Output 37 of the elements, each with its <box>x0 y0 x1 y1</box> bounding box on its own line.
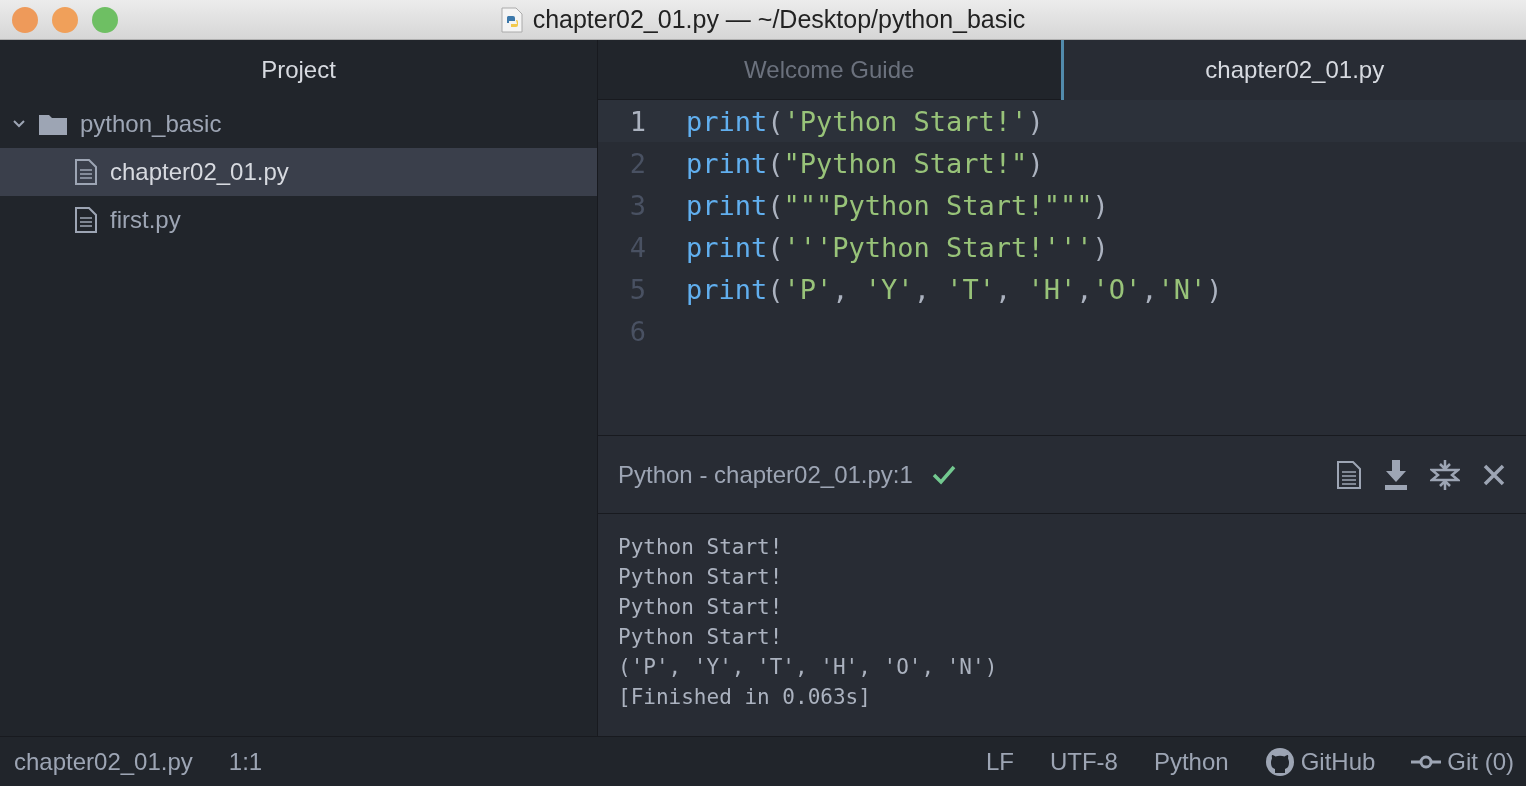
document-icon[interactable] <box>1336 459 1362 490</box>
code-line: print('P', 'Y', 'T', 'H','O','N') <box>686 273 1223 305</box>
code-line: print('''Python Start!''') <box>686 231 1109 263</box>
git-label[interactable]: Git (0) <box>1447 747 1514 776</box>
output-line: [Finished in 0.063s] <box>618 684 872 711</box>
close-icon[interactable] <box>1482 462 1506 487</box>
file-icon <box>74 206 98 234</box>
output-line: Python Start! <box>618 624 784 651</box>
output-line: ('P', 'Y', 'T', 'H', 'O', 'N') <box>618 654 999 681</box>
code-line: print("""Python Start!""") <box>686 189 1109 221</box>
github-icon[interactable] <box>1264 746 1295 777</box>
code-line: print("Python Start!") <box>686 147 1044 179</box>
output-line: Python Start! <box>618 564 784 591</box>
file-item[interactable]: first.py <box>0 196 597 244</box>
code-line: print('Python Start!') <box>686 105 1044 137</box>
collapse-icon[interactable] <box>1430 458 1460 491</box>
line-number: 1 <box>628 105 648 137</box>
file-item[interactable]: chapter02_01.py <box>0 148 597 196</box>
line-ending[interactable]: LF <box>985 747 1014 776</box>
folder-item[interactable]: python_basic <box>0 100 597 148</box>
grammar[interactable]: Python <box>1153 747 1229 776</box>
python-file-icon <box>500 6 523 33</box>
github-label[interactable]: GitHub <box>1300 747 1376 776</box>
output-title: Python - chapter02_01.py:1 <box>618 460 913 489</box>
folder-icon <box>38 112 68 136</box>
status-file[interactable]: chapter02_01.py <box>14 747 193 776</box>
chevron-icon <box>12 119 26 129</box>
output-line: Python Start! <box>618 534 784 561</box>
window-title: chapter02_01.py — ~/Desktop/python_basic <box>532 5 1026 34</box>
editor-tab[interactable]: chapter02_01.py <box>1060 40 1526 100</box>
output-line: Python Start! <box>618 594 784 621</box>
download-icon[interactable] <box>1384 458 1408 491</box>
commit-icon[interactable] <box>1411 753 1442 770</box>
cursor-position[interactable]: 1:1 <box>228 747 263 776</box>
file-icon <box>74 158 98 186</box>
encoding[interactable]: UTF-8 <box>1049 747 1118 776</box>
panel-title: Project <box>260 55 337 85</box>
